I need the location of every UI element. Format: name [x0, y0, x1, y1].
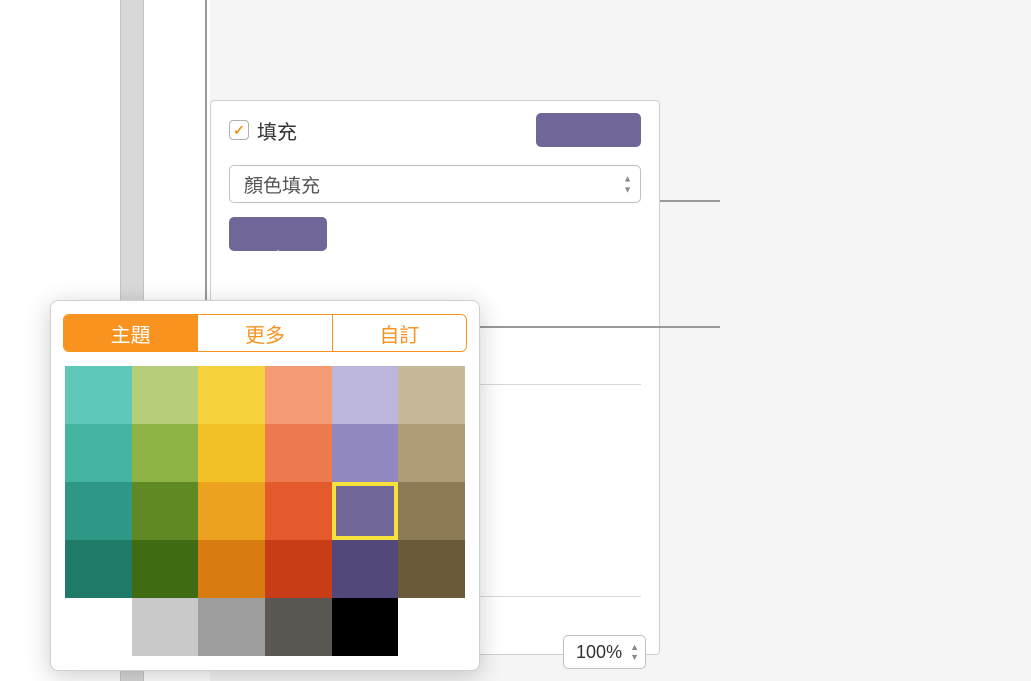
color-swatch[interactable] — [198, 598, 265, 656]
callout-line — [480, 326, 720, 328]
fill-type-dropdown[interactable]: 顏色填充 ▲▼ — [229, 165, 641, 203]
color-swatch[interactable] — [398, 540, 465, 598]
color-swatch[interactable] — [332, 540, 399, 598]
color-swatch[interactable] — [132, 482, 199, 540]
fill-color-well[interactable] — [229, 217, 327, 251]
color-swatch[interactable] — [132, 366, 199, 424]
color-swatch[interactable] — [265, 482, 332, 540]
color-swatch[interactable] — [65, 598, 132, 656]
color-swatch[interactable] — [332, 598, 399, 656]
color-swatch[interactable] — [265, 598, 332, 656]
color-swatch[interactable] — [198, 540, 265, 598]
callout-line — [205, 0, 207, 323]
color-swatch[interactable] — [132, 540, 199, 598]
color-swatch[interactable] — [198, 424, 265, 482]
color-swatch[interactable] — [198, 482, 265, 540]
color-swatch[interactable] — [132, 424, 199, 482]
color-swatch[interactable] — [65, 482, 132, 540]
zoom-control[interactable]: 100% ▲▼ — [563, 635, 646, 669]
color-swatch[interactable] — [332, 366, 399, 424]
zoom-stepper-icon[interactable]: ▲▼ — [630, 643, 639, 662]
zoom-value: 100% — [576, 642, 622, 663]
callout-line — [660, 200, 720, 202]
color-popover: 主題更多自訂 — [50, 300, 480, 671]
fill-label: 填充 — [257, 116, 297, 145]
popover-tab[interactable]: 自訂 — [333, 315, 466, 351]
fill-header: ✓ 填充 — [229, 113, 641, 147]
color-swatch[interactable] — [65, 540, 132, 598]
popover-tabs: 主題更多自訂 — [63, 314, 467, 352]
color-grid — [51, 352, 479, 670]
color-swatch[interactable] — [398, 424, 465, 482]
color-swatch[interactable] — [265, 366, 332, 424]
color-swatch[interactable] — [265, 540, 332, 598]
color-swatch[interactable] — [198, 366, 265, 424]
color-swatch[interactable] — [332, 424, 399, 482]
chevron-updown-icon: ▲▼ — [623, 174, 632, 195]
color-swatch[interactable] — [398, 482, 465, 540]
fill-checkbox[interactable]: ✓ — [229, 120, 249, 140]
popover-tab[interactable]: 主題 — [64, 315, 198, 351]
color-swatch[interactable] — [398, 366, 465, 424]
color-swatch[interactable] — [65, 424, 132, 482]
color-swatch[interactable] — [332, 482, 399, 540]
fill-preview-swatch[interactable] — [536, 113, 641, 147]
color-swatch[interactable] — [132, 598, 199, 656]
fill-type-value: 顏色填充 — [244, 171, 320, 198]
color-swatch[interactable] — [65, 366, 132, 424]
popover-tab[interactable]: 更多 — [198, 315, 332, 351]
color-swatch[interactable] — [265, 424, 332, 482]
